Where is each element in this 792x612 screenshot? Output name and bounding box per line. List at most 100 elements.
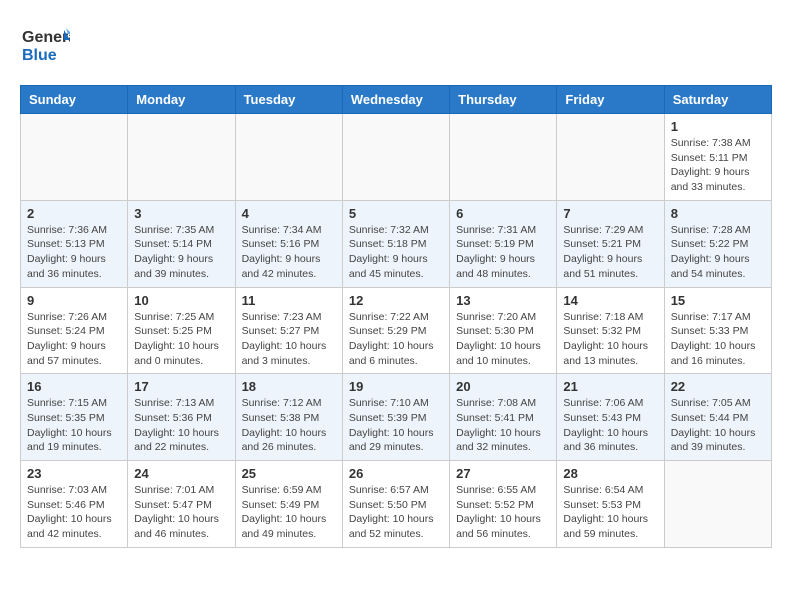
day-number: 24	[134, 466, 228, 481]
day-number: 17	[134, 379, 228, 394]
calendar-cell: 15 Sunrise: 7:17 AM Sunset: 5:33 PM Dayli…	[664, 287, 771, 374]
col-header-sunday: Sunday	[21, 86, 128, 114]
day-number: 23	[27, 466, 121, 481]
calendar-cell: 6Sunrise: 7:31 AM Sunset: 5:19 PM Daylig…	[450, 200, 557, 287]
day-info: Sunrise: 7:31 AM Sunset: 5:19 PM Dayligh…	[456, 223, 550, 282]
calendar-cell: 14Sunrise: 7:18 AM Sunset: 5:32 PM Dayli…	[557, 287, 664, 374]
logo-icon: General Blue	[20, 20, 70, 70]
day-number: 25	[242, 466, 336, 481]
day-info: Sunrise: 6:57 AM Sunset: 5:50 PM Dayligh…	[349, 483, 443, 542]
day-info: Sunrise: 7:10 AM Sunset: 5:39 PM Dayligh…	[349, 396, 443, 455]
calendar-cell: 8 Sunrise: 7:28 AM Sunset: 5:22 PM Daylig…	[664, 200, 771, 287]
calendar-cell: 12 Sunrise: 7:22 AM Sunset: 5:29 PM Dayli…	[342, 287, 449, 374]
day-info: Sunrise: 7:25 AM Sunset: 5:25 PM Dayligh…	[134, 310, 228, 369]
day-number: 13	[456, 293, 550, 308]
day-info: Sunrise: 7:38 AM Sunset: 5:11 PM Dayligh…	[671, 136, 765, 195]
calendar-cell: 28 Sunrise: 6:54 AM Sunset: 5:53 PM Dayli…	[557, 461, 664, 548]
day-info: Sunrise: 7:29 AM Sunset: 5:21 PM Dayligh…	[563, 223, 657, 282]
day-info: Sunrise: 7:32 AM Sunset: 5:18 PM Dayligh…	[349, 223, 443, 282]
calendar-cell: 16 Sunrise: 7:15 AM Sunset: 5:35 PM Dayli…	[21, 374, 128, 461]
day-number: 15	[671, 293, 765, 308]
calendar-cell: 21 Sunrise: 7:06 AM Sunset: 5:43 PM Dayli…	[557, 374, 664, 461]
logo: General Blue	[20, 20, 70, 75]
day-number: 18	[242, 379, 336, 394]
day-number: 8	[671, 206, 765, 221]
day-number: 27	[456, 466, 550, 481]
calendar-week-1: 1 Sunrise: 7:38 AM Sunset: 5:11 PM Daylig…	[21, 114, 772, 201]
day-number: 5	[349, 206, 443, 221]
calendar-cell: 5 Sunrise: 7:32 AM Sunset: 5:18 PM Daylig…	[342, 200, 449, 287]
day-info: Sunrise: 6:54 AM Sunset: 5:53 PM Dayligh…	[563, 483, 657, 542]
calendar-cell: 25 Sunrise: 6:59 AM Sunset: 5:49 PM Dayli…	[235, 461, 342, 548]
calendar-cell: 24 Sunrise: 7:01 AM Sunset: 5:47 PM Dayli…	[128, 461, 235, 548]
day-info: Sunrise: 7:23 AM Sunset: 5:27 PM Dayligh…	[242, 310, 336, 369]
calendar-week-5: 23Sunrise: 7:03 AM Sunset: 5:46 PM Dayli…	[21, 461, 772, 548]
day-info: Sunrise: 6:55 AM Sunset: 5:52 PM Dayligh…	[456, 483, 550, 542]
day-info: Sunrise: 7:36 AM Sunset: 5:13 PM Dayligh…	[27, 223, 121, 282]
col-header-saturday: Saturday	[664, 86, 771, 114]
col-header-wednesday: Wednesday	[342, 86, 449, 114]
svg-text:Blue: Blue	[22, 47, 57, 64]
day-info: Sunrise: 7:15 AM Sunset: 5:35 PM Dayligh…	[27, 396, 121, 455]
calendar-cell: 1 Sunrise: 7:38 AM Sunset: 5:11 PM Daylig…	[664, 114, 771, 201]
day-number: 14	[563, 293, 657, 308]
day-number: 21	[563, 379, 657, 394]
calendar-cell: 3Sunrise: 7:35 AM Sunset: 5:14 PM Daylig…	[128, 200, 235, 287]
day-info: Sunrise: 7:06 AM Sunset: 5:43 PM Dayligh…	[563, 396, 657, 455]
day-info: Sunrise: 7:12 AM Sunset: 5:38 PM Dayligh…	[242, 396, 336, 455]
col-header-tuesday: Tuesday	[235, 86, 342, 114]
calendar-cell: 26 Sunrise: 6:57 AM Sunset: 5:50 PM Dayli…	[342, 461, 449, 548]
day-number: 9	[27, 293, 121, 308]
calendar-cell: 19 Sunrise: 7:10 AM Sunset: 5:39 PM Dayli…	[342, 374, 449, 461]
day-info: Sunrise: 7:22 AM Sunset: 5:29 PM Dayligh…	[349, 310, 443, 369]
day-number: 19	[349, 379, 443, 394]
col-header-monday: Monday	[128, 86, 235, 114]
day-number: 12	[349, 293, 443, 308]
day-number: 1	[671, 119, 765, 134]
svg-text:General: General	[22, 29, 70, 46]
calendar-cell	[342, 114, 449, 201]
day-info: Sunrise: 7:05 AM Sunset: 5:44 PM Dayligh…	[671, 396, 765, 455]
calendar-cell	[235, 114, 342, 201]
day-info: Sunrise: 7:08 AM Sunset: 5:41 PM Dayligh…	[456, 396, 550, 455]
calendar-cell: 18 Sunrise: 7:12 AM Sunset: 5:38 PM Dayli…	[235, 374, 342, 461]
calendar-cell: 27 Sunrise: 6:55 AM Sunset: 5:52 PM Dayli…	[450, 461, 557, 548]
calendar-cell: 23Sunrise: 7:03 AM Sunset: 5:46 PM Dayli…	[21, 461, 128, 548]
day-info: Sunrise: 7:26 AM Sunset: 5:24 PM Dayligh…	[27, 310, 121, 369]
col-header-thursday: Thursday	[450, 86, 557, 114]
calendar-cell: 2 Sunrise: 7:36 AM Sunset: 5:13 PM Daylig…	[21, 200, 128, 287]
calendar-week-4: 16 Sunrise: 7:15 AM Sunset: 5:35 PM Dayli…	[21, 374, 772, 461]
col-header-friday: Friday	[557, 86, 664, 114]
calendar-cell	[557, 114, 664, 201]
day-number: 26	[349, 466, 443, 481]
day-number: 20	[456, 379, 550, 394]
calendar-cell	[664, 461, 771, 548]
page-header: General Blue	[20, 20, 772, 75]
day-info: Sunrise: 7:28 AM Sunset: 5:22 PM Dayligh…	[671, 223, 765, 282]
calendar-cell	[128, 114, 235, 201]
calendar-table: SundayMondayTuesdayWednesdayThursdayFrid…	[20, 85, 772, 548]
calendar-cell: 20 Sunrise: 7:08 AM Sunset: 5:41 PM Dayli…	[450, 374, 557, 461]
day-info: Sunrise: 6:59 AM Sunset: 5:49 PM Dayligh…	[242, 483, 336, 542]
day-number: 28	[563, 466, 657, 481]
calendar-header-row: SundayMondayTuesdayWednesdayThursdayFrid…	[21, 86, 772, 114]
calendar-cell: 22 Sunrise: 7:05 AM Sunset: 5:44 PM Dayli…	[664, 374, 771, 461]
day-number: 10	[134, 293, 228, 308]
day-info: Sunrise: 7:17 AM Sunset: 5:33 PM Dayligh…	[671, 310, 765, 369]
day-number: 2	[27, 206, 121, 221]
calendar-cell	[21, 114, 128, 201]
calendar-cell: 17 Sunrise: 7:13 AM Sunset: 5:36 PM Dayli…	[128, 374, 235, 461]
calendar-cell: 9 Sunrise: 7:26 AM Sunset: 5:24 PM Daylig…	[21, 287, 128, 374]
day-number: 16	[27, 379, 121, 394]
day-number: 7	[563, 206, 657, 221]
calendar-cell: 4Sunrise: 7:34 AM Sunset: 5:16 PM Daylig…	[235, 200, 342, 287]
day-info: Sunrise: 7:20 AM Sunset: 5:30 PM Dayligh…	[456, 310, 550, 369]
day-info: Sunrise: 7:01 AM Sunset: 5:47 PM Dayligh…	[134, 483, 228, 542]
calendar-cell: 10 Sunrise: 7:25 AM Sunset: 5:25 PM Dayli…	[128, 287, 235, 374]
day-number: 11	[242, 293, 336, 308]
day-info: Sunrise: 7:13 AM Sunset: 5:36 PM Dayligh…	[134, 396, 228, 455]
day-number: 4	[242, 206, 336, 221]
day-number: 22	[671, 379, 765, 394]
calendar-cell	[450, 114, 557, 201]
day-info: Sunrise: 7:35 AM Sunset: 5:14 PM Dayligh…	[134, 223, 228, 282]
